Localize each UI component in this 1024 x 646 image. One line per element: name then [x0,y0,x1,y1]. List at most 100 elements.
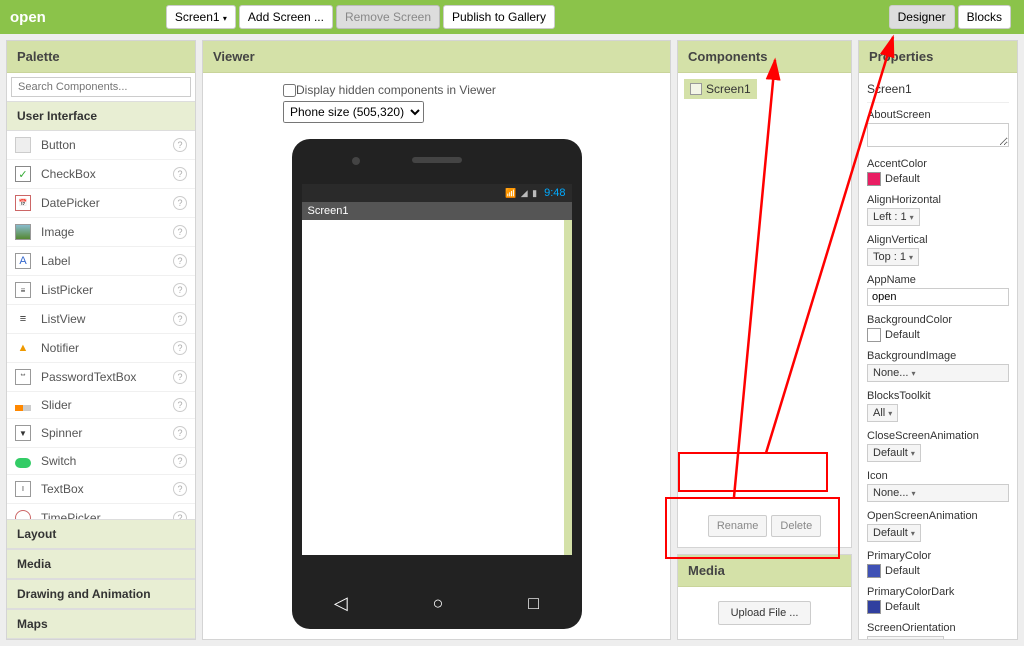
switch-icon [15,458,31,468]
button-icon [15,137,31,153]
icon-label: Icon [867,470,1009,482]
appname-input[interactable] [867,288,1009,306]
help-icon[interactable]: ? [173,454,187,468]
screen-title-bar: Screen1 [302,202,572,220]
backgroundimage-label: BackgroundImage [867,350,1009,362]
appname-label: AppName [867,274,1009,286]
phone-size-select[interactable]: Phone size (505,320) [283,101,424,123]
password-icon: ** [15,369,31,385]
drawer-layout[interactable]: Layout [7,519,195,549]
designer-tab-button[interactable]: Designer [889,5,955,29]
properties-panel: Properties Screen1 AboutScreen AccentCol… [858,40,1018,640]
palette-item-passwordtextbox[interactable]: **PasswordTextBox? [7,363,195,392]
palette-item-switch[interactable]: Switch? [7,448,195,475]
openscreenanimation-select[interactable]: Default [867,524,921,542]
drawer-media[interactable]: Media [7,549,195,579]
palette-item-datepicker[interactable]: 📅DatePicker? [7,189,195,218]
primarycolordark-label: PrimaryColorDark [867,586,1009,598]
nav-recent-icon: □ [528,593,539,614]
project-title: open [10,9,46,26]
help-icon[interactable]: ? [173,196,187,210]
selected-component-name: Screen1 [867,79,1009,103]
media-panel: Media Upload File ... [677,554,852,640]
clock-icon [15,510,31,519]
icon-select[interactable]: None... [867,484,1009,502]
primarycolordark-picker[interactable]: Default [867,600,1009,614]
screen-canvas[interactable] [302,220,572,555]
aboutscreen-label: AboutScreen [867,109,1009,121]
screenorientation-select[interactable]: Unspecified [867,636,944,640]
publish-button[interactable]: Publish to Gallery [443,5,555,29]
palette-item-notifier[interactable]: ▲Notifier? [7,334,195,363]
checkbox-icon: ✓ [15,166,31,182]
media-header: Media [678,555,851,587]
palette-item-timepicker[interactable]: TimePicker? [7,504,195,519]
palette-item-checkbox[interactable]: ✓CheckBox? [7,160,195,189]
palette-item-slider[interactable]: Slider? [7,392,195,419]
upload-file-button[interactable]: Upload File ... [718,601,812,625]
status-clock: 9:48 [544,187,565,199]
drawer-user-interface[interactable]: User Interface [7,101,195,131]
palette-item-spinner[interactable]: ▼Spinner? [7,419,195,448]
alignhorizontal-select[interactable]: Left : 1 [867,208,920,226]
backgroundimage-select[interactable]: None... [867,364,1009,382]
help-icon[interactable]: ? [173,341,187,355]
delete-component-button[interactable]: Delete [771,515,821,537]
alignvertical-select[interactable]: Top : 1 [867,248,919,266]
screenorientation-label: ScreenOrientation [867,622,1009,634]
backgroundcolor-picker[interactable]: Default [867,328,1009,342]
help-icon[interactable]: ? [173,167,187,181]
palette-item-listpicker[interactable]: ≡ListPicker? [7,276,195,305]
phone-preview: 📶 ◢ ▮ 9:48 Screen1 ◁ ○ □ [292,139,582,629]
top-bar: open Screen1 ▾ Add Screen ... Remove Scr… [0,0,1024,34]
palette-item-button[interactable]: Button? [7,131,195,160]
drawer-maps[interactable]: Maps [7,609,195,639]
help-icon[interactable]: ? [173,370,187,384]
properties-header: Properties [859,41,1017,73]
list-icon: ≡ [15,282,31,298]
alignhorizontal-label: AlignHorizontal [867,194,1009,206]
drawer-drawing[interactable]: Drawing and Animation [7,579,195,609]
palette-item-image[interactable]: Image? [7,218,195,247]
hidden-components-checkbox[interactable]: Display hidden components in Viewer [283,83,650,97]
palette-item-label[interactable]: ALabel? [7,247,195,276]
closescreenanimation-select[interactable]: Default [867,444,921,462]
blockstoolkit-select[interactable]: All [867,404,898,422]
help-icon[interactable]: ? [173,254,187,268]
palette-item-listview[interactable]: ≡ListView? [7,305,195,334]
help-icon[interactable]: ? [173,312,187,326]
help-icon[interactable]: ? [173,482,187,496]
label-icon: A [15,253,31,269]
accentcolor-label: AccentColor [867,158,1009,170]
component-screen1[interactable]: Screen1 [684,79,757,99]
blocks-tab-button[interactable]: Blocks [958,5,1011,29]
help-icon[interactable]: ? [173,225,187,239]
components-panel: Components Screen1 Rename Delete [677,40,852,548]
search-input[interactable] [11,77,191,97]
status-icons: 📶 ◢ ▮ [505,188,538,199]
calendar-icon: 📅 [15,195,31,211]
speaker-icon [412,157,462,163]
palette-header: Palette [7,41,195,73]
alignvertical-label: AlignVertical [867,234,1009,246]
help-icon[interactable]: ? [173,398,187,412]
help-icon[interactable]: ? [173,138,187,152]
palette-panel: Palette User Interface Button? ✓CheckBox… [6,40,196,640]
slider-icon [15,405,31,411]
primarycolor-picker[interactable]: Default [867,564,1009,578]
help-icon[interactable]: ? [173,426,187,440]
screen-select-button[interactable]: Screen1 ▾ [166,5,236,29]
alert-icon: ▲ [15,340,31,356]
add-screen-button[interactable]: Add Screen ... [239,5,333,29]
aboutscreen-input[interactable] [867,123,1009,147]
nav-home-icon: ○ [433,593,444,614]
palette-item-textbox[interactable]: ITextBox? [7,475,195,504]
accentcolor-picker[interactable]: Default [867,172,1009,186]
rename-button[interactable]: Rename [708,515,768,537]
help-icon[interactable]: ? [173,283,187,297]
help-icon[interactable]: ? [173,511,187,519]
closescreenanimation-label: CloseScreenAnimation [867,430,1009,442]
textbox-icon: I [15,481,31,497]
screen-icon [690,83,702,95]
remove-screen-button[interactable]: Remove Screen [336,5,440,29]
